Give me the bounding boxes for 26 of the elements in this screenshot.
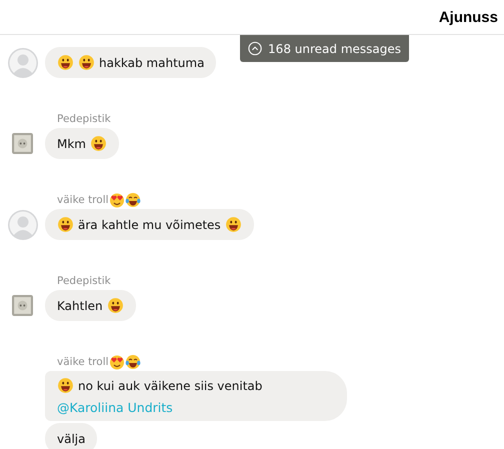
- message-text: välja: [57, 432, 86, 446]
- chevron-up-icon: [248, 41, 262, 56]
- grinning-emoji-icon: [90, 135, 107, 152]
- message-text: Kahtlen: [57, 298, 103, 312]
- grinning-emoji-icon: [57, 216, 74, 233]
- author-name: väike troll: [57, 194, 109, 206]
- message-text: ära kahtle mu võimetes: [78, 218, 221, 232]
- message-text: no kui auk väikene siis venitab: [78, 378, 262, 392]
- default-avatar-icon[interactable]: [8, 48, 38, 78]
- message-text: hakkab mahtuma: [99, 56, 204, 70]
- author-name: väike troll: [57, 356, 109, 368]
- heart-eyes-emoji-icon: [108, 354, 125, 370]
- grinning-emoji-icon: [106, 297, 124, 314]
- message-text: Mkm: [57, 136, 86, 150]
- author-name: Pedepistik: [57, 113, 111, 125]
- laughing-tears-emoji-icon: [124, 354, 141, 370]
- grinning-emoji-icon: [224, 216, 242, 233]
- unread-messages-button[interactable]: 168 unread messages: [240, 35, 409, 62]
- grinning-emoji-icon: [57, 54, 74, 71]
- grinning-emoji-icon: [57, 377, 74, 394]
- default-avatar-icon[interactable]: [8, 210, 38, 240]
- laughing-tears-emoji-icon: [124, 192, 141, 208]
- author-name: Pedepistik: [57, 275, 111, 287]
- heart-eyes-emoji-icon: [108, 192, 125, 208]
- grinning-emoji-icon: [78, 54, 95, 71]
- chat-title: Ajunuss: [438, 8, 498, 26]
